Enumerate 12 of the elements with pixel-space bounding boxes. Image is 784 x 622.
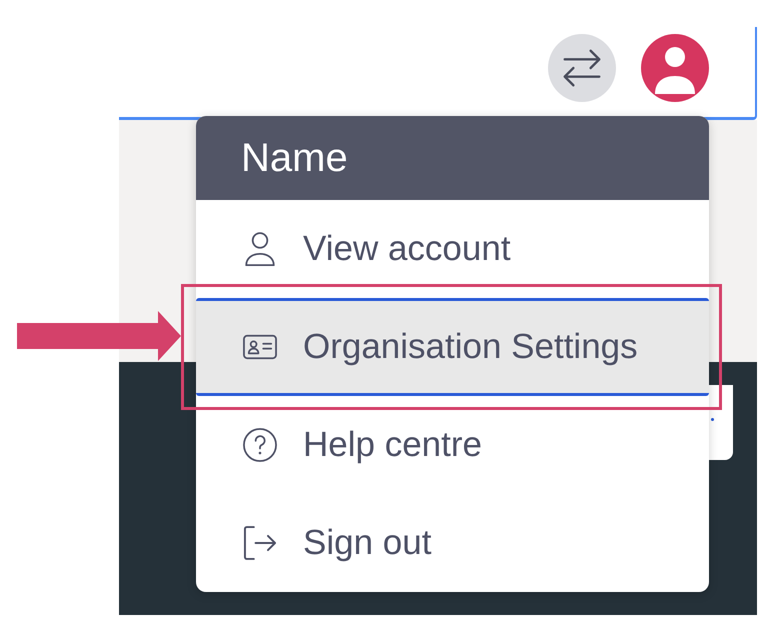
menu-item[interactable]: View account bbox=[196, 200, 709, 298]
arrow-icon bbox=[17, 311, 181, 361]
person-icon bbox=[243, 232, 277, 266]
help-icon bbox=[243, 428, 277, 462]
menu-item[interactable]: Help centre bbox=[196, 396, 709, 494]
person-icon bbox=[655, 47, 695, 94]
dot-icon bbox=[711, 418, 714, 421]
menu-header: Name bbox=[196, 116, 709, 200]
sign-out-icon bbox=[243, 526, 277, 560]
swap-icon bbox=[563, 48, 601, 88]
menu-item[interactable]: Sign out bbox=[196, 494, 709, 592]
menu-item[interactable]: Organisation Settings bbox=[196, 298, 709, 396]
